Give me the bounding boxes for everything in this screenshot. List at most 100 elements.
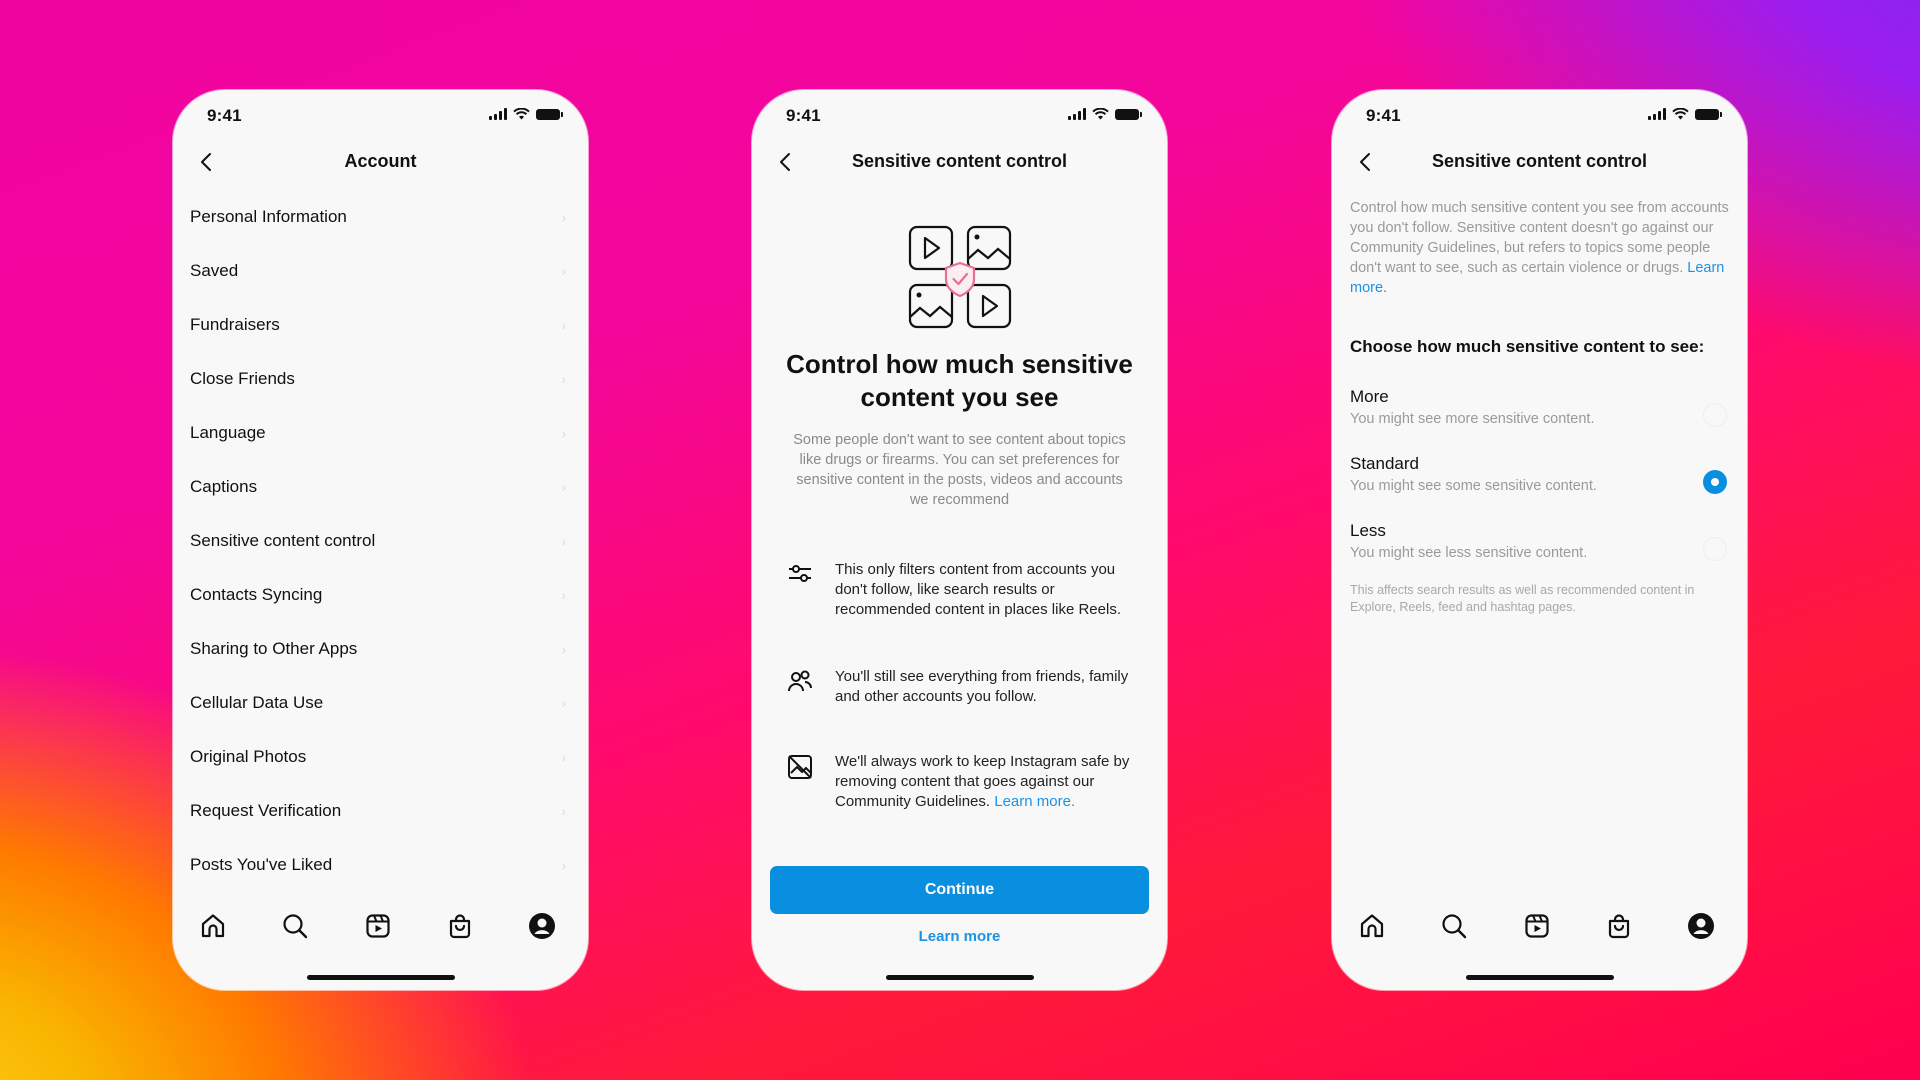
settings-item-label: Fundraisers <box>190 315 280 334</box>
home-indicator <box>885 975 1034 980</box>
chevron-right-icon: › <box>561 263 566 279</box>
settings-item-label: Language <box>190 423 266 442</box>
image-slash-icon <box>788 755 812 779</box>
choose-title: Choose how much sensitive content to see… <box>1350 337 1705 356</box>
option-more[interactable]: More You might see more sensitive conten… <box>1350 387 1729 441</box>
battery-icon <box>1115 108 1142 120</box>
search-icon <box>283 914 308 939</box>
chevron-right-icon: › <box>561 209 566 225</box>
settings-item-original-photos[interactable]: Original Photos › <box>173 730 588 784</box>
shop-icon <box>1608 914 1629 939</box>
option-less[interactable]: Less You might see less sensitive conten… <box>1350 521 1729 575</box>
hero-description: Some people don't want to see content ab… <box>793 432 1126 508</box>
shop-icon <box>449 914 470 939</box>
tab-reels[interactable] <box>362 910 394 942</box>
chevron-right-icon: › <box>561 641 566 657</box>
tab-profile[interactable] <box>1685 910 1717 942</box>
tab-profile[interactable] <box>526 910 558 942</box>
account-settings-list: Personal Information › Saved › Fundraisers… <box>173 190 588 892</box>
continue-button[interactable]: Continue <box>770 866 1149 914</box>
settings-item-captions[interactable]: Captions › <box>173 460 588 514</box>
chevron-right-icon: › <box>561 317 566 333</box>
reels-icon <box>1524 914 1549 938</box>
info-row-friends: You'll still see everything from friends… <box>787 667 1139 707</box>
radio-standard-selected[interactable] <box>1703 470 1727 494</box>
chevron-right-icon: › <box>561 803 566 819</box>
tab-reels[interactable] <box>1521 910 1553 942</box>
settings-item-label: Cellular Data Use <box>190 693 324 712</box>
intro-body: Control how much sensitive content you s… <box>1350 200 1729 276</box>
info-text: We'll always work to keep Instagram safe… <box>835 752 1139 812</box>
profile-icon <box>1688 913 1714 939</box>
home-indicator <box>306 975 455 980</box>
page-title: Sensitive content control <box>1431 151 1648 171</box>
tab-search[interactable] <box>1438 910 1470 942</box>
option-label: Standard <box>1350 454 1419 473</box>
phone-account-screen: 9:41 Account Personal Information › Saved… <box>173 90 588 990</box>
settings-item-contacts-syncing[interactable]: Contacts Syncing › <box>173 568 588 622</box>
settings-item-label: Saved <box>190 261 239 280</box>
radio-less[interactable] <box>1703 537 1727 561</box>
settings-item-label: Close Friends <box>190 369 295 388</box>
option-label: More <box>1350 387 1389 406</box>
wifi-icon <box>1092 108 1109 120</box>
chevron-right-icon: › <box>561 749 566 765</box>
home-icon <box>1360 914 1384 938</box>
learn-more-button[interactable]: Learn more <box>752 928 1167 945</box>
chevron-right-icon: › <box>561 479 566 495</box>
settings-item-fundraisers[interactable]: Fundraisers › <box>173 298 588 352</box>
settings-item-label: Captions <box>190 477 258 496</box>
chevron-right-icon: › <box>561 857 566 873</box>
home-indicator <box>1465 975 1614 980</box>
info-row-filters: This only filters content from accounts … <box>787 560 1139 620</box>
option-description: You might see some sensitive content. <box>1350 478 1597 494</box>
status-bar: 9:41 <box>1332 90 1747 140</box>
radio-more[interactable] <box>1703 403 1727 427</box>
settings-item-language[interactable]: Language › <box>173 406 588 460</box>
tab-shop[interactable] <box>444 910 476 942</box>
option-description: You might see more sensitive content. <box>1350 411 1595 427</box>
page-title: Account <box>344 151 417 171</box>
info-text: This only filters content from accounts … <box>835 561 1121 618</box>
settings-item-label: Personal Information <box>190 207 347 226</box>
cellular-signal-icon <box>1648 108 1666 120</box>
status-icons <box>1068 108 1142 120</box>
settings-item-label: Sensitive content control <box>190 531 376 550</box>
hero-title: Control how much sensitive content you s… <box>786 349 1133 412</box>
wifi-icon <box>1672 108 1689 120</box>
settings-item-sensitive-content-control[interactable]: Sensitive content control › <box>173 514 588 568</box>
chevron-right-icon: › <box>561 587 566 603</box>
settings-item-label: Posts You've Liked <box>190 855 333 874</box>
tab-home[interactable] <box>1356 910 1388 942</box>
status-time: 9:41 <box>786 106 821 125</box>
footnote: This affects search results as well as r… <box>1350 583 1695 614</box>
tab-shop[interactable] <box>1603 910 1635 942</box>
settings-item-close-friends[interactable]: Close Friends › <box>173 352 588 406</box>
settings-item-request-verification[interactable]: Request Verification › <box>173 784 588 838</box>
settings-item-sharing-to-other-apps[interactable]: Sharing to Other Apps › <box>173 622 588 676</box>
home-icon <box>201 914 225 938</box>
status-bar: 9:41 <box>752 90 1167 140</box>
settings-item-saved[interactable]: Saved › <box>173 244 588 298</box>
tab-search[interactable] <box>279 910 311 942</box>
nav-header: Sensitive content control <box>1332 140 1747 184</box>
learn-more-link[interactable]: Learn more. <box>994 793 1075 810</box>
status-bar: 9:41 <box>173 90 588 140</box>
profile-icon <box>529 913 555 939</box>
cellular-signal-icon <box>489 108 507 120</box>
settings-item-posts-youve-liked[interactable]: Posts You've Liked › <box>173 838 588 892</box>
tab-home[interactable] <box>197 910 229 942</box>
chevron-right-icon: › <box>561 695 566 711</box>
reels-icon <box>365 914 390 938</box>
status-time: 9:41 <box>207 106 242 125</box>
people-icon <box>788 670 812 692</box>
option-standard[interactable]: Standard You might see some sensitive co… <box>1350 454 1729 508</box>
settings-item-personal-information[interactable]: Personal Information › <box>173 190 588 244</box>
info-row-safety: We'll always work to keep Instagram safe… <box>787 752 1139 812</box>
cellular-signal-icon <box>1068 108 1086 120</box>
phone-sensitive-content-intro: 9:41 Sensitive content control Control h… <box>752 90 1167 990</box>
settings-item-cellular-data-use[interactable]: Cellular Data Use › <box>173 676 588 730</box>
search-icon <box>1442 914 1467 939</box>
info-text-body: We'll always work to keep Instagram safe… <box>835 753 1130 810</box>
option-label: Less <box>1350 521 1386 540</box>
